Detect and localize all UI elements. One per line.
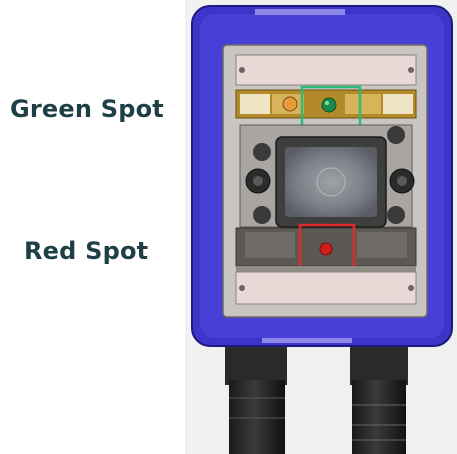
- green-led: [321, 97, 337, 113]
- top-window: [235, 54, 417, 86]
- bottom-window: [235, 271, 417, 305]
- lens-icon: [285, 147, 377, 217]
- connector-left: [225, 345, 287, 454]
- red-led: [319, 242, 333, 256]
- camera-device-icon: [185, 0, 457, 454]
- connector-right: [350, 345, 408, 454]
